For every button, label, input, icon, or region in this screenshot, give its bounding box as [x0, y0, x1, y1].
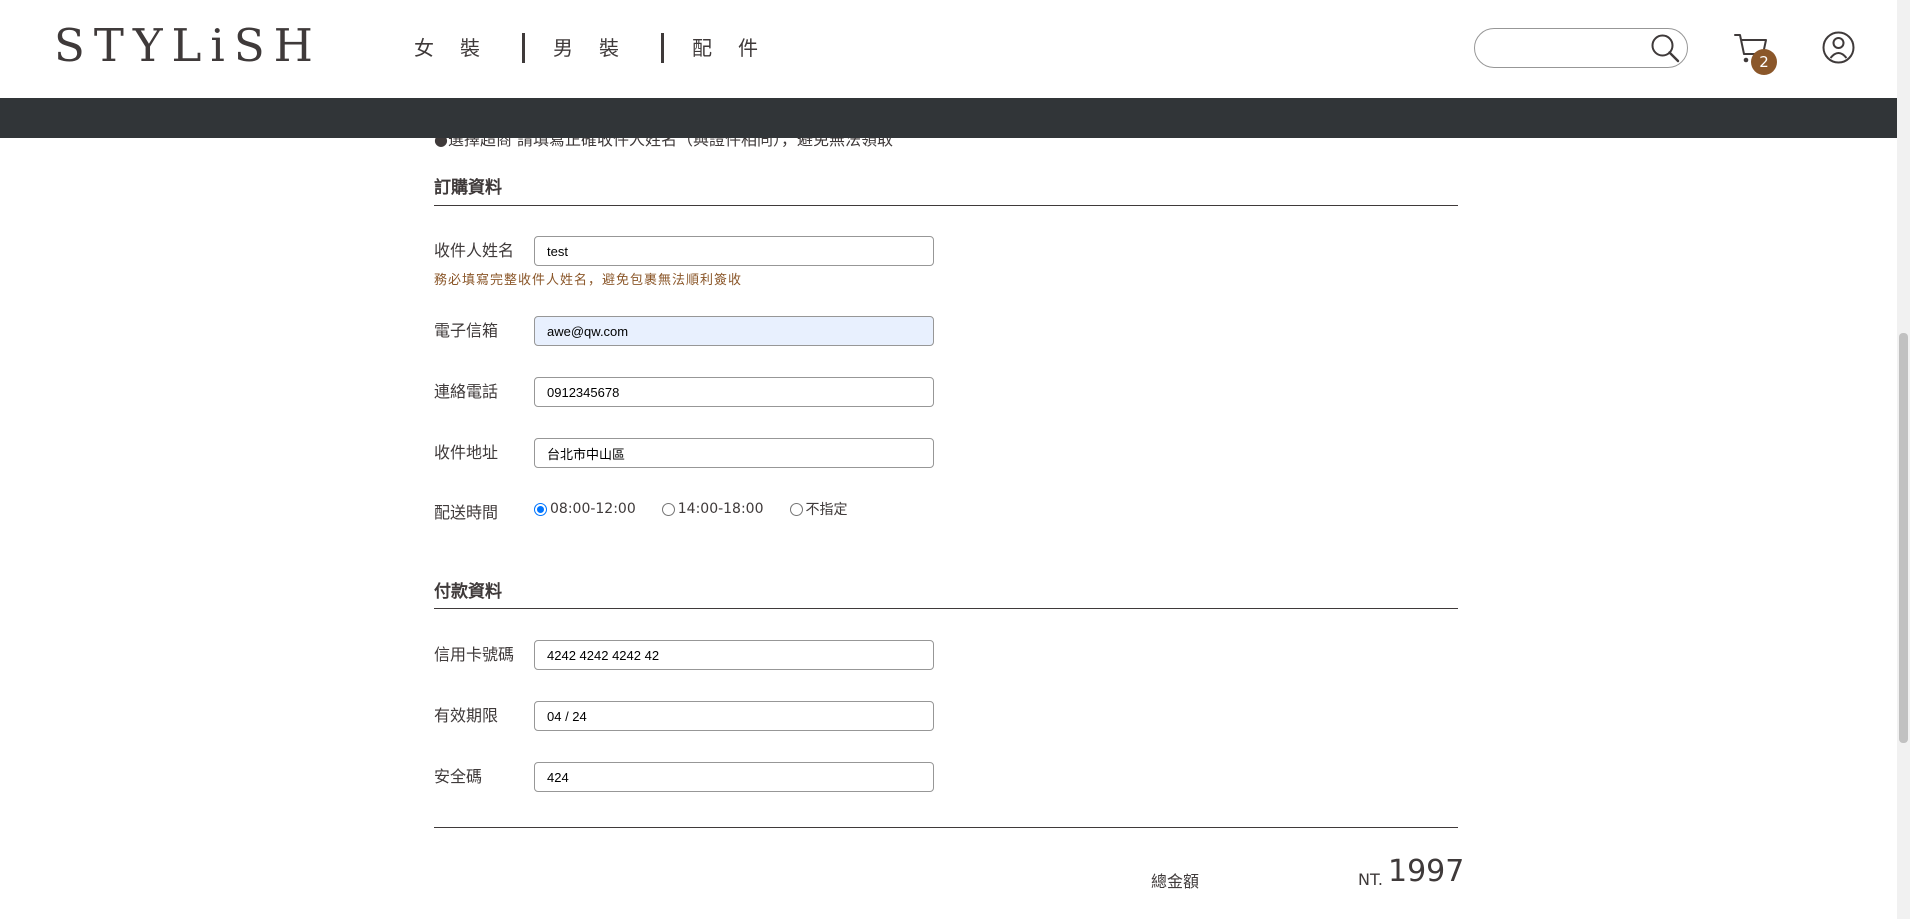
phone-label: 連絡電話 — [434, 382, 499, 401]
cvv-label: 安全碼 — [434, 767, 483, 786]
radio-label: 14:00-18:00 — [677, 501, 764, 517]
radio-button[interactable] — [534, 502, 547, 516]
total-label: 總金額 — [1151, 872, 1200, 891]
expiry-label: 有效期限 — [434, 706, 499, 725]
search-icon[interactable] — [1650, 33, 1680, 63]
address-label: 收件地址 — [434, 443, 499, 462]
cart-count-badge[interactable]: 2 — [1751, 49, 1777, 75]
nav-accessories[interactable]: 配件 — [664, 30, 800, 66]
delivery-time-option-morning[interactable]: 08:00-12:00 — [534, 501, 636, 517]
section-divider — [434, 608, 1458, 609]
address-input[interactable] — [534, 438, 934, 468]
recipient-name-hint: 務必填寫完整收件人姓名，避免包裹無法順利簽收 — [434, 273, 743, 288]
radio-button[interactable] — [789, 502, 803, 516]
delivery-time-options: 08:00-12:00 14:00-18:00 不指定 — [534, 499, 874, 519]
nav-women[interactable]: 女裝 — [386, 30, 522, 66]
payment-section-title: 付款資料 — [434, 582, 502, 602]
page-scrollbar[interactable] — [1897, 0, 1910, 919]
section-divider — [434, 205, 1458, 206]
order-section-title: 訂購資料 — [434, 178, 502, 198]
search-input[interactable] — [1489, 37, 1639, 61]
nav-men[interactable]: 男裝 — [525, 30, 661, 66]
cvv-input[interactable] — [534, 762, 934, 792]
member-icon[interactable] — [1822, 31, 1855, 64]
radio-button[interactable] — [661, 502, 675, 516]
total-currency: NT. — [1358, 870, 1383, 889]
summary-divider — [434, 827, 1458, 828]
site-header: STYLiSH 女裝 男裝 配件 2 — [0, 0, 1897, 98]
delivery-time-option-afternoon[interactable]: 14:00-18:00 — [661, 501, 764, 517]
main-nav: 女裝 男裝 配件 — [386, 30, 800, 66]
recipient-name-input[interactable] — [534, 236, 934, 266]
email-input[interactable] — [534, 316, 934, 346]
email-label: 電子信箱 — [434, 321, 499, 340]
delivery-time-option-any[interactable]: 不指定 — [789, 499, 848, 519]
radio-label: 不指定 — [805, 502, 848, 518]
scrollbar-thumb[interactable] — [1899, 333, 1908, 743]
expiry-input[interactable] — [534, 701, 934, 731]
header-dark-bar — [0, 98, 1897, 138]
total-amount: 1997 — [1388, 854, 1465, 889]
card-number-input[interactable] — [534, 640, 934, 670]
radio-label: 08:00-12:00 — [550, 501, 636, 517]
recipient-name-label: 收件人姓名 — [434, 241, 515, 260]
delivery-time-label: 配送時間 — [434, 503, 499, 522]
card-number-label: 信用卡號碼 — [434, 645, 515, 664]
stylish-logo[interactable]: STYLiSH — [54, 22, 322, 70]
phone-input[interactable] — [534, 377, 934, 407]
